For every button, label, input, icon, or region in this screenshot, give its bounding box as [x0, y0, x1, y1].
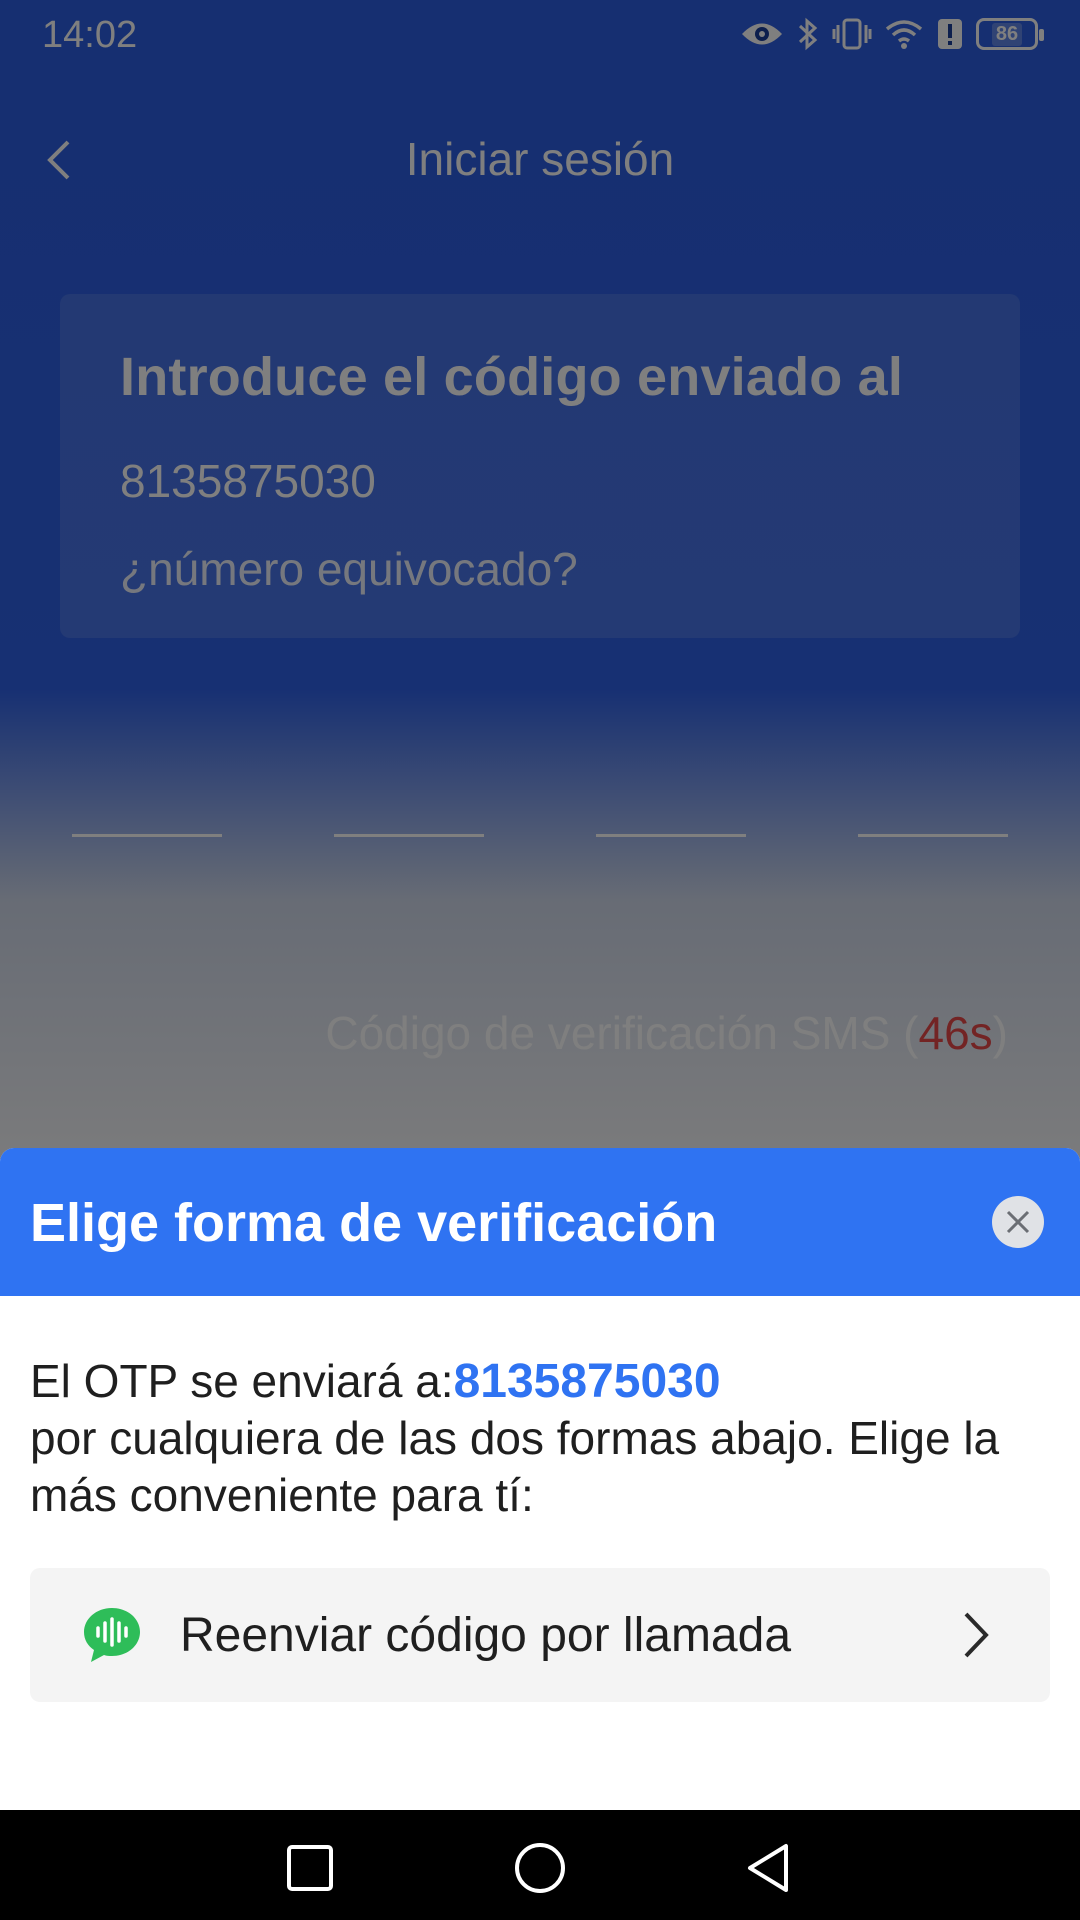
close-icon: [1006, 1210, 1030, 1234]
close-button[interactable]: [992, 1196, 1044, 1248]
navigation-bar: [0, 1810, 1080, 1920]
chevron-right-icon: [964, 1612, 989, 1658]
sheet-title: Elige forma de verificación: [30, 1193, 718, 1253]
desc-rest: por cualquiera de las dos formas abajo. …: [30, 1412, 1000, 1521]
verification-sheet: Elige forma de verificación El OTP se en…: [0, 1148, 1080, 1810]
call-option-label: Reenviar código por llamada: [180, 1609, 792, 1662]
home-icon[interactable]: [512, 1840, 568, 1896]
sheet-description: El OTP se enviará a:8135875030 por cualqu…: [30, 1353, 1060, 1524]
back-nav-icon[interactable]: [742, 1840, 798, 1896]
desc-prefix: El OTP se enviará a:: [30, 1355, 454, 1407]
voice-call-icon: [84, 1608, 140, 1662]
desc-phone: 8135875030: [453, 1355, 721, 1408]
recents-icon[interactable]: [282, 1840, 338, 1896]
call-option-button[interactable]: Reenviar código por llamada: [30, 1568, 1050, 1702]
sheet-header: Elige forma de verificación: [0, 1148, 1080, 1296]
